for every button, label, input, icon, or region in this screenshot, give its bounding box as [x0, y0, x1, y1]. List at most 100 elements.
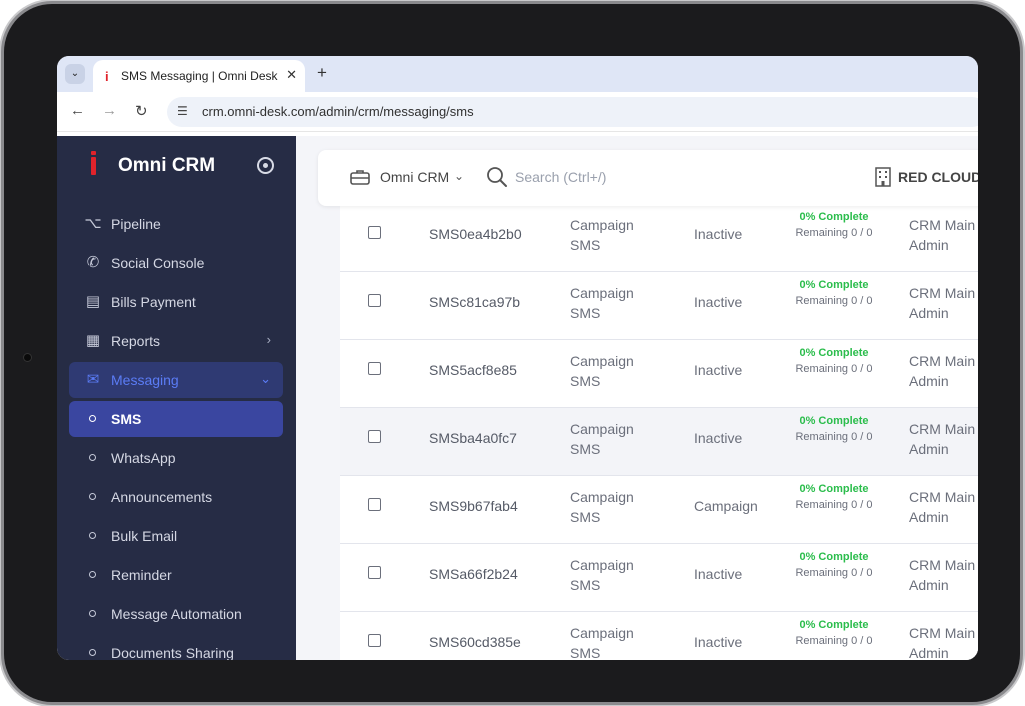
- site-settings-icon[interactable]: ☰: [177, 104, 188, 118]
- row-checkbox[interactable]: [368, 430, 381, 443]
- tab-close-icon[interactable]: ✕: [286, 67, 297, 83]
- sidebar-item-label: Announcements: [111, 489, 213, 505]
- row-checkbox[interactable]: [368, 226, 381, 239]
- sms-type: Campaign SMS: [570, 625, 634, 660]
- sidebar-item-label: Message Automation: [111, 606, 242, 622]
- progress-percent: 0% Complete: [799, 551, 869, 563]
- sms-type: Campaign SMS: [570, 353, 634, 389]
- table-row[interactable]: SMS9b67fab4 Campaign SMS Campaign 0% Com…: [340, 476, 978, 544]
- message-icon: ✉: [86, 371, 100, 388]
- sidebar-item-label: Bulk Email: [111, 528, 178, 544]
- progress-remaining: Remaining 0 / 0: [795, 295, 873, 307]
- browser-toolbar: ← → ↻ ☰ crm.omni-desk.com/admin/crm/mess…: [57, 92, 978, 132]
- progress-remaining: Remaining 0 / 0: [795, 363, 873, 375]
- sms-id[interactable]: SMSa66f2b24: [429, 566, 518, 582]
- search-icon[interactable]: [486, 166, 508, 188]
- sms-status: Inactive: [694, 634, 743, 650]
- company-name[interactable]: RED CLOUD: [898, 169, 978, 185]
- address-bar[interactable]: ☰ crm.omni-desk.com/admin/crm/messaging/…: [167, 97, 978, 127]
- progress-remaining: Remaining 0 / 0: [795, 635, 873, 647]
- forward-arrow-icon[interactable]: →: [102, 102, 117, 119]
- row-checkbox[interactable]: [368, 294, 381, 307]
- sms-id[interactable]: SMS9b67fab4: [429, 498, 518, 514]
- row-checkbox[interactable]: [368, 566, 381, 579]
- row-checkbox[interactable]: [368, 362, 381, 375]
- progress-cell: 0% Complete Remaining 0 / 0: [788, 549, 880, 581]
- sidebar-item-messaging[interactable]: ✉ Messaging ⌄: [69, 362, 283, 398]
- sidebar-item-bills-payment[interactable]: ▤ Bills Payment: [69, 284, 283, 320]
- tablet-frame: ⌄ i SMS Messaging | Omni Desk ✕ + ← → ↻ …: [4, 4, 1020, 702]
- sidebar-subitem-whatsapp[interactable]: WhatsApp: [69, 440, 283, 476]
- main-content: SMS0ea4b2b0 Campaign SMS Inactive 0% Com…: [296, 136, 978, 660]
- table-row[interactable]: SMS0ea4b2b0 Campaign SMS Inactive 0% Com…: [340, 204, 978, 272]
- sidebar-subitem-reminder[interactable]: Reminder: [69, 557, 283, 593]
- browser-tab-bar: ⌄ i SMS Messaging | Omni Desk ✕ +: [57, 56, 978, 92]
- table-row[interactable]: SMS60cd385e Campaign SMS Inactive 0% Com…: [340, 612, 978, 660]
- sidebar-subitem-sms[interactable]: SMS: [69, 401, 283, 437]
- sidebar-item-label: Social Console: [111, 255, 205, 271]
- sms-id[interactable]: SMS60cd385e: [429, 634, 521, 650]
- workspace-switcher[interactable]: Omni CRM: [380, 169, 449, 185]
- chevron-down-icon[interactable]: ⌄: [454, 169, 464, 183]
- sms-type: Campaign SMS: [570, 489, 634, 525]
- sms-type: Campaign SMS: [570, 421, 634, 457]
- sms-type: Campaign SMS: [570, 557, 634, 593]
- reload-icon[interactable]: ↻: [135, 102, 148, 120]
- briefcase-icon: [350, 170, 370, 185]
- table-row[interactable]: SMS5acf8e85 Campaign SMS Inactive 0% Com…: [340, 340, 978, 408]
- tab-list-chevron-icon[interactable]: ⌄: [65, 64, 85, 84]
- sms-owner: CRM Main Admin: [909, 489, 976, 525]
- bullet-icon: [89, 415, 96, 422]
- back-arrow-icon[interactable]: ←: [70, 102, 85, 119]
- tab-favicon: i: [105, 69, 109, 84]
- table-row[interactable]: SMSba4a0fc7 Campaign SMS Inactive 0% Com…: [340, 408, 978, 476]
- sms-owner: CRM Main Admin: [909, 353, 976, 389]
- sidebar-item-label: WhatsApp: [111, 450, 176, 466]
- sms-status: Inactive: [694, 294, 743, 310]
- progress-remaining: Remaining 0 / 0: [795, 499, 873, 511]
- progress-percent: 0% Complete: [799, 279, 869, 291]
- sidebar-subitem-bulk-email[interactable]: Bulk Email: [69, 518, 283, 554]
- row-checkbox[interactable]: [368, 634, 381, 647]
- sidebar-item-social-console[interactable]: ✆ Social Console: [69, 245, 283, 281]
- bullet-icon: [89, 649, 96, 656]
- chevron-down-icon: ⌄: [260, 371, 271, 386]
- sms-id[interactable]: SMSc81ca97b: [429, 294, 520, 310]
- sms-id[interactable]: SMS0ea4b2b0: [429, 226, 522, 242]
- search-input[interactable]: Search (Ctrl+/): [515, 169, 606, 185]
- sidebar-subitem-message-automation[interactable]: Message Automation: [69, 596, 283, 632]
- progress-cell: 0% Complete Remaining 0 / 0: [788, 617, 880, 649]
- sms-owner: CRM Main Admin: [909, 285, 976, 321]
- sms-owner: CRM Main Admin: [909, 421, 976, 457]
- brand-name: Omni CRM: [118, 155, 216, 176]
- sidebar-item-pipeline[interactable]: ⌥ Pipeline: [69, 206, 283, 242]
- sms-status: Inactive: [694, 430, 743, 446]
- bullet-icon: [89, 454, 96, 461]
- browser-tab[interactable]: i SMS Messaging | Omni Desk ✕: [93, 60, 305, 92]
- row-checkbox[interactable]: [368, 498, 381, 511]
- sidebar-item-label: Bills Payment: [111, 294, 196, 310]
- sidebar-item-label: SMS: [111, 411, 142, 427]
- progress-cell: 0% Complete Remaining 0 / 0: [788, 413, 880, 445]
- sms-type: Campaign SMS: [570, 285, 634, 321]
- bullet-icon: [89, 493, 96, 500]
- sidebar-subitem-documents-sharing[interactable]: Documents Sharing: [69, 635, 283, 660]
- table-row[interactable]: SMSc81ca97b Campaign SMS Inactive 0% Com…: [340, 272, 978, 340]
- bullet-icon: [89, 571, 96, 578]
- sms-id[interactable]: SMSba4a0fc7: [429, 430, 517, 446]
- top-navbar: Omni CRM ⌄ Search (Ctrl+/) RED CLOUD: [318, 150, 978, 206]
- sidebar-collapse-icon[interactable]: [257, 157, 274, 174]
- sidebar-subitem-announcements[interactable]: Announcements: [69, 479, 283, 515]
- chart-icon: ▦: [85, 332, 101, 349]
- new-tab-icon[interactable]: +: [317, 64, 327, 82]
- sidebar-item-label: Reminder: [111, 567, 172, 583]
- table-row[interactable]: SMSa66f2b24 Campaign SMS Inactive 0% Com…: [340, 544, 978, 612]
- pipeline-icon: ⌥: [84, 215, 102, 232]
- url-text: crm.omni-desk.com/admin/crm/messaging/sm…: [202, 104, 474, 119]
- brand-logo-icon: [91, 151, 96, 175]
- sms-status: Inactive: [694, 226, 743, 242]
- sms-id[interactable]: SMS5acf8e85: [429, 362, 517, 378]
- progress-cell: 0% Complete Remaining 0 / 0: [788, 277, 880, 309]
- bullet-icon: [89, 610, 96, 617]
- sidebar-item-reports[interactable]: ▦ Reports ›: [69, 323, 283, 359]
